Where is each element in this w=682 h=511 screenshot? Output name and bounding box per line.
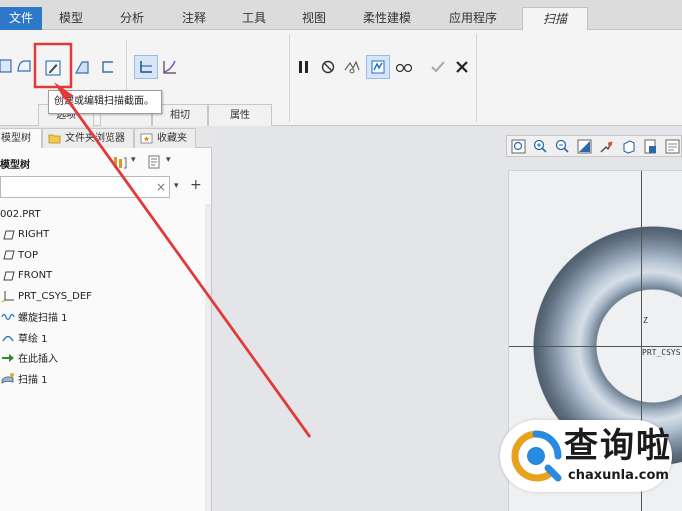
tree-row-sketch[interactable]: 草绘 1 [0, 327, 205, 348]
glasses-preview-icon[interactable] [394, 57, 414, 77]
sketch-icon [0, 330, 16, 344]
ok-check-icon[interactable] [428, 57, 448, 77]
tree-item-label: 扫描 1 [18, 374, 48, 386]
section-plane-icon[interactable] [72, 57, 92, 77]
spin-center-icon[interactable] [598, 138, 615, 155]
tab-annotate[interactable]: 注释 [164, 7, 224, 30]
tree-settings-icon[interactable] [112, 154, 128, 170]
watermark-badge: 查询啦 chaxunla.com [500, 420, 672, 492]
tab-folder-browser[interactable]: 文件夹浏览器 [42, 128, 134, 148]
tree-item-label: FRONT [18, 270, 53, 282]
add-filter-icon[interactable]: + [190, 177, 202, 193]
ribbon-separator [476, 34, 477, 122]
clear-search-icon[interactable]: × [156, 180, 166, 194]
model-tree-header: 模型树 ▾ ▾ [0, 150, 212, 174]
favorites-icon [140, 132, 153, 145]
insert-arrow-icon [0, 351, 16, 365]
verify-mode-button[interactable] [366, 55, 390, 79]
tree-item-label: 螺旋扫描 1 [18, 313, 68, 325]
tree-row-right[interactable]: RIGHT [0, 225, 205, 246]
tab-favorites[interactable]: 收藏夹 [134, 128, 196, 148]
tree-row-part[interactable]: 002.PRT [0, 204, 205, 225]
pause-button[interactable] [294, 57, 314, 77]
tab-applications[interactable]: 应用程序 [430, 7, 516, 30]
repaint-icon[interactable] [576, 138, 593, 155]
tree-row-insert-here[interactable]: 在此插入 [0, 348, 205, 369]
navigator-tabs: 模型树 文件夹浏览器 收藏夹 [0, 126, 212, 148]
refit-icon[interactable] [510, 138, 527, 155]
tree-show-icon[interactable] [146, 154, 162, 170]
surface-icon[interactable] [14, 56, 34, 76]
zoom-in-icon[interactable] [532, 138, 549, 155]
tree-settings-dropdown[interactable]: ▾ [131, 155, 136, 165]
cancel-x-icon[interactable] [452, 57, 472, 77]
watermark-cn-text: 查询啦 [564, 426, 672, 466]
feature-preview-icon[interactable] [342, 57, 362, 77]
csys-icon [0, 289, 16, 303]
z-axis-label: Z [643, 316, 648, 325]
variable-section-button[interactable] [160, 57, 180, 77]
tree-search-box: × [0, 176, 170, 198]
view-manager-icon[interactable] [664, 138, 681, 155]
model-tree-label: 模型树 [0, 160, 30, 171]
subtab-properties[interactable]: 属性 [208, 104, 272, 126]
no-preview-icon[interactable] [318, 57, 338, 77]
saved-views-icon[interactable] [642, 138, 659, 155]
tree-item-label: RIGHT [18, 229, 50, 241]
search-logo-icon [511, 430, 562, 482]
view-toolbar [506, 135, 682, 157]
tab-analysis[interactable]: 分析 [100, 7, 164, 30]
tree-item-label: 草绘 1 [18, 333, 48, 345]
tree-row-sweep[interactable]: 扫描 1 [0, 368, 205, 389]
sketch-tooltip: 创建或编辑扫描截面。 [48, 90, 162, 114]
sweep-icon [0, 371, 16, 385]
tree-scrollbar[interactable] [205, 204, 211, 511]
helical-sweep-icon [0, 310, 16, 324]
folder-icon [48, 132, 61, 145]
tree-search-input[interactable] [1, 177, 151, 197]
tab-sweep[interactable]: 扫描 [522, 7, 588, 30]
datum-plane-icon [0, 248, 16, 262]
sketch-button[interactable] [42, 57, 64, 79]
datum-plane-icon [0, 269, 16, 283]
navigator-panel: 模型树 文件夹浏览器 收藏夹 模型树 ▾ ▾ × ▾ + 002.PRT RIG… [0, 126, 212, 511]
tab-view[interactable]: 视图 [284, 7, 344, 30]
tab-flexible-modeling[interactable]: 柔性建模 [344, 7, 430, 30]
watermark-url-text: chaxunla.com [568, 468, 669, 483]
tree-show-dropdown[interactable]: ▾ [166, 155, 171, 165]
display-style-icon[interactable] [620, 138, 637, 155]
ribbon-tab-bar: 文件 模型 分析 注释 工具 视图 柔性建模 应用程序 扫描 [0, 0, 682, 30]
tree-row-top[interactable]: TOP [0, 245, 205, 266]
datum-axis-horizontal [509, 346, 682, 347]
tab-tools[interactable]: 工具 [224, 7, 284, 30]
tree-item-label: TOP [18, 249, 39, 261]
bracket-icon[interactable] [98, 57, 118, 77]
tab-model-tree[interactable]: 模型树 [0, 128, 42, 148]
zoom-out-icon[interactable] [554, 138, 571, 155]
tab-model[interactable]: 模型 [42, 7, 100, 30]
csys-label: PRT_CSYS [642, 348, 681, 357]
datum-plane-icon [0, 228, 16, 242]
search-dropdown[interactable]: ▾ [174, 181, 179, 191]
tree-row-csys[interactable]: PRT_CSYS_DEF [0, 286, 205, 307]
ribbon-separator [289, 34, 290, 122]
part-name: 002.PRT [0, 208, 41, 220]
tab-file[interactable]: 文件 [0, 7, 42, 30]
tree-item-label: 在此插入 [18, 354, 58, 366]
model-tree: 002.PRT RIGHT TOP FRONT PRT_CSYS_DEF 螺旋扫… [0, 204, 205, 389]
tree-item-label: PRT_CSYS_DEF [18, 290, 92, 302]
constant-section-button[interactable] [134, 55, 158, 79]
tree-row-helical-sweep[interactable]: 螺旋扫描 1 [0, 307, 205, 328]
tree-row-front[interactable]: FRONT [0, 266, 205, 287]
